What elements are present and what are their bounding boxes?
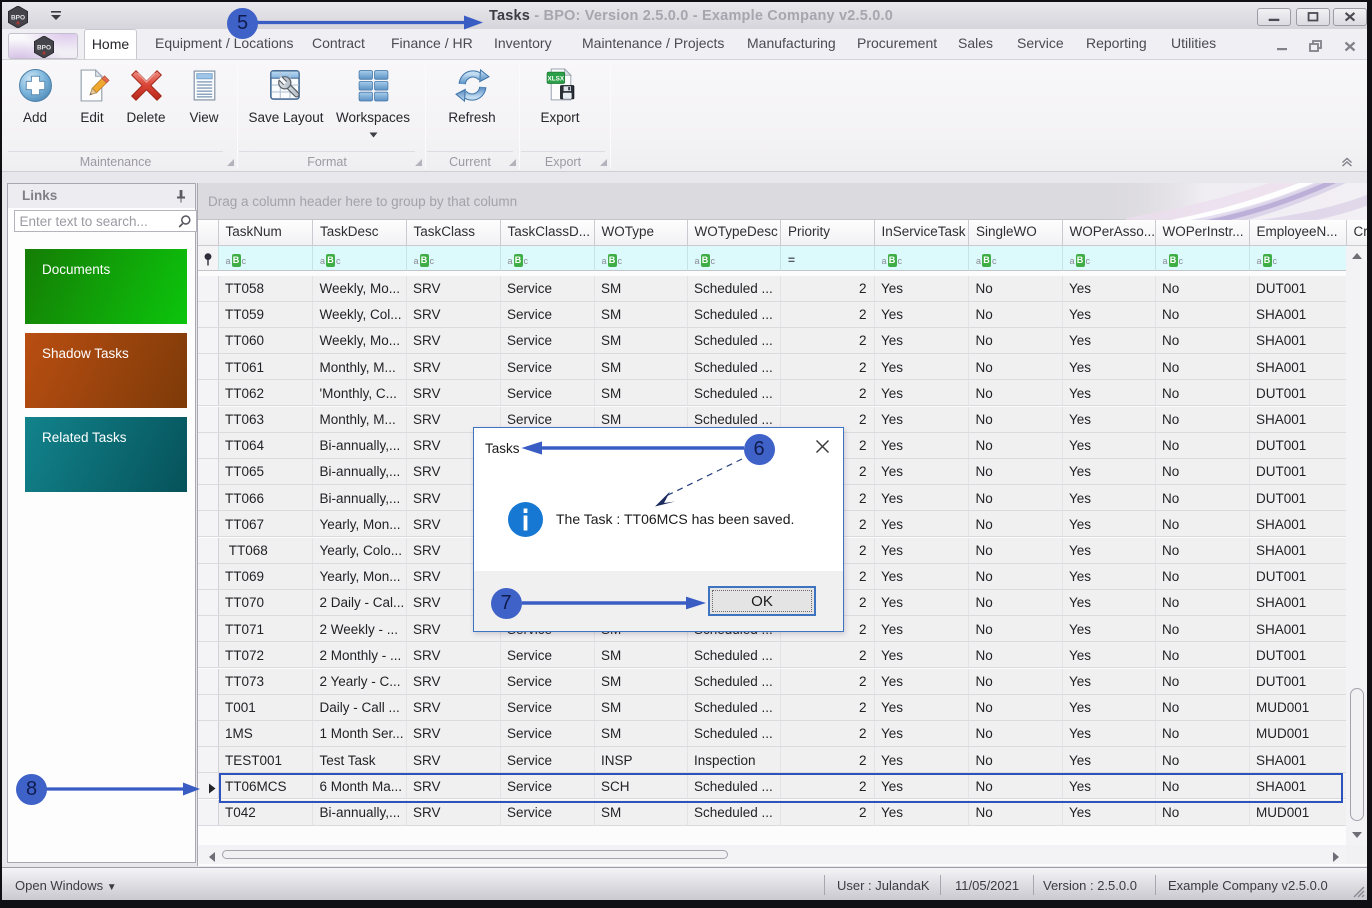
svg-text:XLSX: XLSX (547, 75, 564, 82)
svg-text:BPO: BPO (37, 45, 51, 52)
